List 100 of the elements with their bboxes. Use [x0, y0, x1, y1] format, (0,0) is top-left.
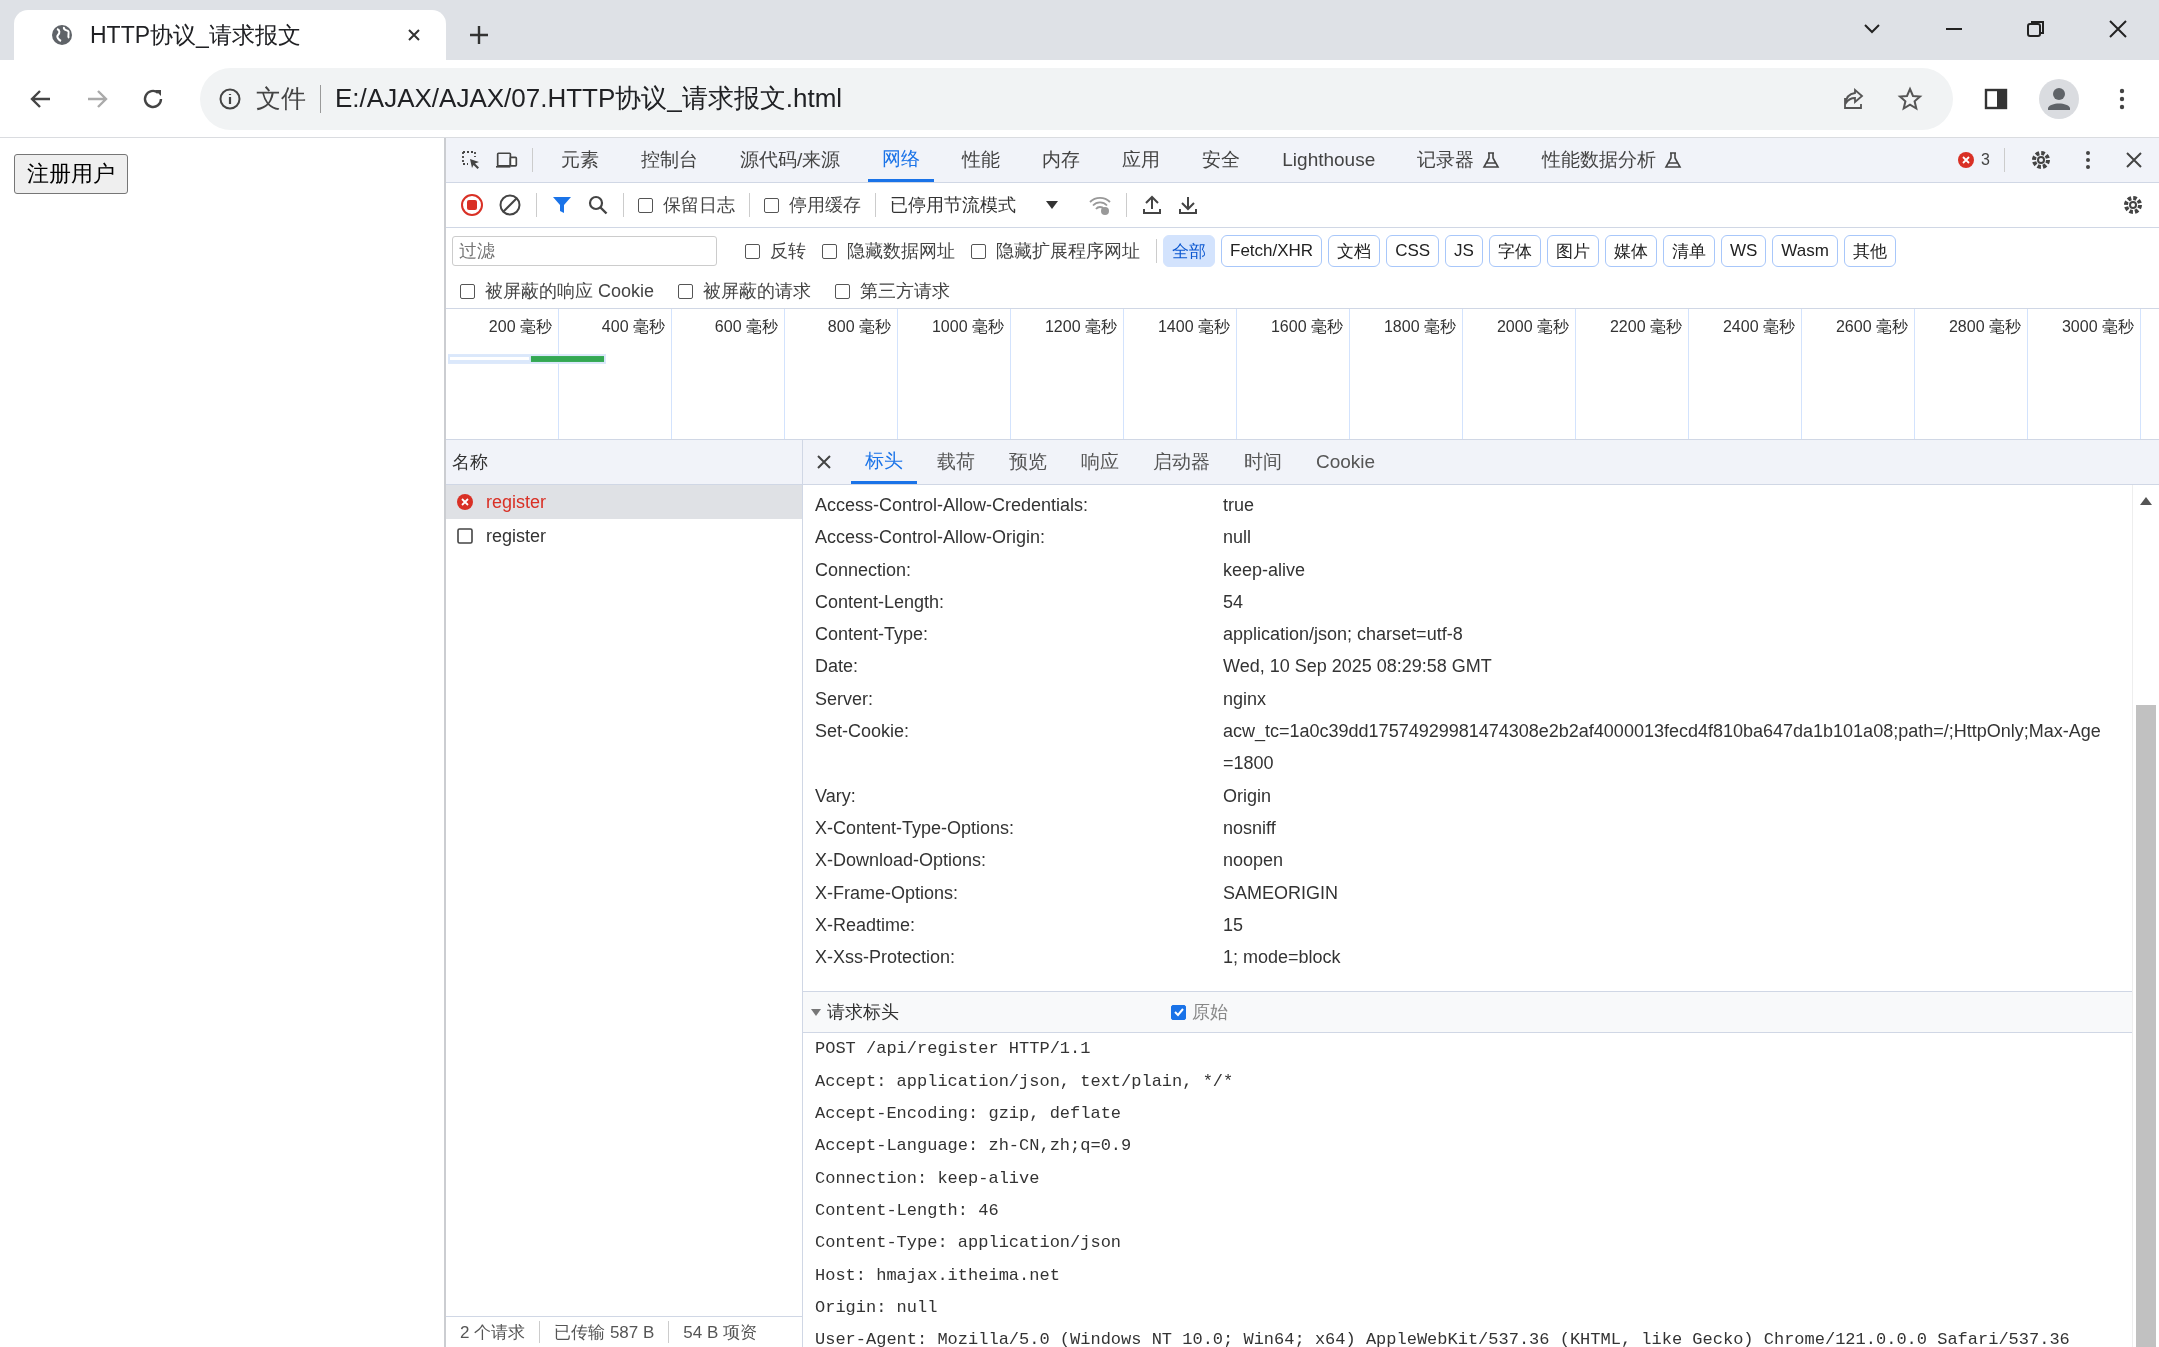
error-count[interactable]: 3: [1981, 151, 1990, 169]
browser-tab[interactable]: HTTP协议_请求报文: [14, 10, 446, 60]
register-button[interactable]: 注册用户: [14, 154, 128, 194]
document-icon: [456, 527, 474, 545]
star-icon[interactable]: [1897, 85, 1923, 112]
raw-header-line: Content-Type: application/json: [814, 1232, 1123, 1255]
time-tick-label: 2800 毫秒: [1948, 318, 2021, 335]
detail-tab[interactable]: 启动器: [1139, 440, 1224, 484]
type-filter-button[interactable]: Fetch/XHR: [1221, 235, 1323, 267]
panel-tab[interactable]: 性能数据分析: [1528, 138, 1697, 182]
search-icon[interactable]: [587, 194, 609, 216]
filter-field[interactable]: 过滤: [452, 236, 717, 266]
address-bar[interactable]: 文件 E:/AJAX/AJAX/07.HTTP协议_请求报文.html: [200, 67, 1953, 130]
settings-icon[interactable]: [2029, 148, 2053, 172]
header-name: Content-Type:: [815, 623, 930, 647]
time-tick-label: 2400 毫秒: [1722, 318, 1795, 335]
raw-header-line: Accept-Encoding: gzip, deflate: [814, 1103, 1123, 1126]
type-filter-button[interactable]: 其他: [1843, 235, 1896, 267]
error-icon: [1957, 151, 1976, 169]
detail-tab[interactable]: Cookie: [1302, 440, 1390, 484]
avatar-icon[interactable]: [2039, 78, 2079, 119]
checkbox[interactable]: 被屏蔽的响应 Cookie: [460, 279, 655, 303]
checkbox[interactable]: 隐藏扩展程序网址: [971, 239, 1140, 263]
checkbox[interactable]: 被屏蔽的请求: [678, 279, 812, 303]
header-value: null: [1223, 526, 1253, 550]
header-value: 15: [1223, 913, 1245, 937]
stop-recording-icon[interactable]: [460, 193, 484, 217]
panel-tab[interactable]: 性能: [948, 138, 1015, 182]
inspect-icon[interactable]: [460, 149, 482, 171]
upload-icon[interactable]: [1141, 194, 1163, 216]
detail-tab[interactable]: 响应: [1067, 440, 1133, 484]
type-filter-button[interactable]: 图片: [1546, 235, 1599, 267]
time-tick-label: 1800 毫秒: [1383, 318, 1456, 335]
panel-tab[interactable]: 安全: [1188, 138, 1255, 182]
type-filter-button[interactable]: CSS: [1386, 235, 1440, 267]
close-icon[interactable]: [815, 453, 833, 471]
type-filter-button[interactable]: WS: [1720, 235, 1767, 267]
header-name: Content-Length:: [815, 590, 946, 614]
close-icon[interactable]: [406, 27, 422, 43]
type-filter-button[interactable]: 媒体: [1604, 235, 1657, 267]
request-row[interactable]: register: [446, 485, 802, 519]
checkbox[interactable]: 第三方请求: [835, 279, 951, 303]
checkmark-icon: [1172, 1006, 1185, 1019]
filter-icon[interactable]: [551, 194, 573, 216]
type-filter-button[interactable]: 清单: [1662, 235, 1715, 267]
detail-tab[interactable]: 标头: [851, 440, 917, 484]
raw-header-line: Connection: keep-alive: [814, 1167, 1041, 1190]
detail-tab[interactable]: 预览: [995, 440, 1061, 484]
checkbox[interactable]: 隐藏数据网址: [822, 239, 955, 263]
scroll-up-icon[interactable]: [2140, 497, 2152, 505]
checkbox[interactable]: 反转: [745, 239, 806, 263]
device-icon[interactable]: [496, 149, 518, 171]
detail-tab[interactable]: 载荷: [923, 440, 989, 484]
header-value: SAMEORIGIN: [1223, 881, 1339, 905]
globe-icon: [50, 23, 74, 47]
request-name: register: [486, 525, 547, 547]
clear-icon[interactable]: [498, 193, 522, 217]
section-header[interactable]: 请求标头 原始: [803, 991, 2132, 1034]
panel-tab[interactable]: 控制台: [627, 138, 712, 182]
panel-tab[interactable]: 记录器: [1403, 138, 1515, 182]
header-value: nginx: [1223, 687, 1268, 711]
settings-icon[interactable]: [2121, 193, 2145, 217]
panel-tab[interactable]: 元素: [547, 138, 613, 182]
header-name: X-Content-Type-Options:: [815, 816, 1016, 840]
header-name: Date:: [815, 655, 860, 679]
restore-icon[interactable]: [2025, 18, 2047, 40]
type-filter-button[interactable]: JS: [1445, 235, 1483, 267]
time-tick-label: 400 毫秒: [601, 318, 665, 335]
panel-tab[interactable]: 源代码/来源: [726, 138, 855, 182]
checkbox[interactable]: 保留日志: [638, 193, 735, 217]
triangle-icon: [811, 1007, 821, 1018]
type-filter-button[interactable]: 字体: [1488, 235, 1541, 267]
panel-tab[interactable]: 网络: [868, 138, 935, 182]
header-name: X-Readtime:: [815, 913, 917, 937]
time-tick-label: 2600 毫秒: [1835, 318, 1908, 335]
type-filter-button[interactable]: 全部: [1163, 235, 1215, 267]
time-tick-label: 600 毫秒: [714, 318, 778, 335]
header-value: true: [1223, 494, 1256, 517]
throttle-dropdown[interactable]: 已停用节流模式: [890, 193, 1074, 217]
time-tick-label: 1400 毫秒: [1157, 318, 1230, 335]
time-tick-label: 1600 毫秒: [1270, 318, 1343, 335]
time-tick-label: 2000 毫秒: [1496, 318, 1569, 335]
header-value: Wed, 10 Sep 2025 08:29:58 GMT: [1223, 655, 1493, 679]
panel-tab[interactable]: Lighthouse: [1268, 138, 1390, 182]
header-name: X-Download-Options:: [815, 849, 988, 873]
header-value: keep-alive: [1223, 558, 1307, 582]
download-icon[interactable]: [1177, 194, 1199, 216]
panel-tab[interactable]: 内存: [1028, 138, 1095, 182]
checkbox[interactable]: 停用缓存: [764, 193, 861, 217]
scrollbar-thumb[interactable]: [2136, 705, 2156, 1347]
type-filter-button[interactable]: Wasm: [1772, 235, 1838, 267]
time-tick-label: 200 毫秒: [488, 318, 552, 335]
detail-tab[interactable]: 时间: [1230, 440, 1296, 484]
header-value: nosniff: [1223, 816, 1277, 840]
request-name: register: [486, 491, 547, 513]
request-row[interactable]: register: [446, 519, 802, 553]
type-filter-button[interactable]: 文档: [1328, 235, 1381, 267]
panel-tab[interactable]: 应用: [1108, 138, 1175, 182]
new-tab-icon[interactable]: [468, 24, 490, 46]
close-icon[interactable]: [2107, 18, 2129, 40]
